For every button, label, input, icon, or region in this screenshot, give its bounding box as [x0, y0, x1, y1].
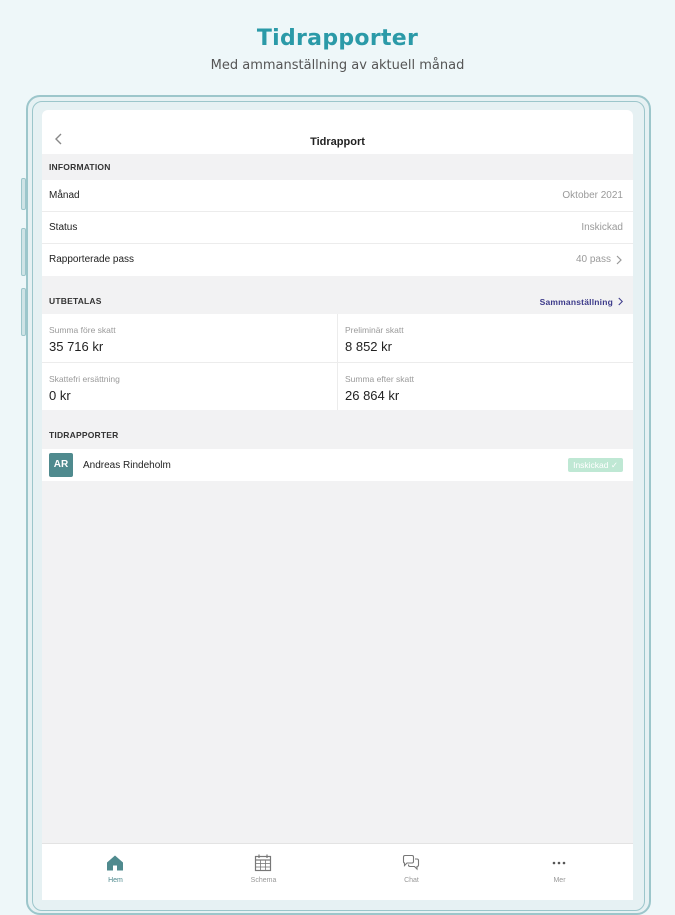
payout-cell-gross: Summa före skatt 35 716 kr: [42, 314, 337, 362]
navigation-bar: Tidrapport: [42, 110, 633, 154]
tab-chat[interactable]: Chat: [338, 844, 485, 900]
more-icon: [552, 861, 566, 865]
tab-more[interactable]: Mer: [486, 844, 633, 900]
cell-label: Preliminär skatt: [345, 325, 404, 335]
tab-label: Mer: [553, 877, 566, 884]
info-row-status: Status Inskickad: [42, 212, 633, 244]
report-name: Andreas Rindeholm: [83, 460, 171, 471]
cell-value: 0 kr: [49, 388, 71, 403]
row-value: Oktober 2021: [562, 190, 623, 201]
promo-title: Tidrapporter: [256, 26, 419, 51]
tab-label: Schema: [250, 877, 277, 884]
cell-label: Summa efter skatt: [345, 374, 414, 384]
row-value: 40 pass: [575, 254, 611, 265]
summary-link[interactable]: Sammanställning: [540, 297, 613, 307]
page-title: Tidrapport: [310, 136, 365, 148]
info-row-month: Månad Oktober 2021: [42, 180, 633, 212]
section-header-information: INFORMATION: [49, 162, 111, 172]
payout-cell-taxfree: Skattefri ersättning 0 kr: [42, 363, 337, 411]
payout-cell-net: Summa efter skatt 26 864 kr: [338, 363, 633, 411]
row-label: Rapporterade pass: [49, 254, 135, 265]
home-icon: [107, 855, 123, 871]
cell-label: Summa före skatt: [49, 325, 116, 335]
tab-label: Chat: [404, 877, 419, 884]
list-item[interactable]: AR Andreas Rindeholm Inskickad ✓: [42, 449, 633, 481]
cell-value: 35 716 kr: [49, 339, 104, 354]
section-header-reports: TIDRAPPORTER: [49, 430, 119, 440]
tab-label: Hem: [108, 877, 123, 884]
tab-bar: Hem Schema Chat Mer: [42, 843, 633, 900]
tab-home[interactable]: Hem: [42, 844, 189, 900]
row-label: Månad: [49, 190, 80, 201]
avatar: AR: [49, 453, 73, 477]
calendar-icon: [254, 854, 272, 872]
tab-schedule[interactable]: Schema: [190, 844, 337, 900]
payout-cell-prelim-tax: Preliminär skatt 8 852 kr: [338, 314, 633, 362]
info-row-reported-shifts[interactable]: Rapporterade pass 40 pass: [42, 244, 633, 276]
cell-label: Skattefri ersättning: [49, 374, 120, 384]
row-value: Inskickad: [581, 222, 623, 233]
section-header-payout: UTBETALAS Sammanställning: [42, 288, 633, 314]
payout-grid: Summa före skatt 35 716 kr Preliminär sk…: [42, 314, 633, 410]
status-badge: Inskickad ✓: [568, 458, 623, 472]
cell-value: 26 864 kr: [345, 388, 400, 403]
app-screen: Tidrapport INFORMATION Månad Oktober 202…: [42, 110, 633, 900]
row-label: Status: [49, 222, 78, 233]
chat-icon: [402, 854, 420, 871]
divider: [337, 314, 338, 410]
chevron-right-icon: [618, 297, 623, 306]
section-title: UTBETALAS: [49, 296, 102, 306]
cell-value: 8 852 kr: [345, 339, 392, 354]
promo-subtitle: Med ammanställning av aktuell månad: [210, 58, 465, 73]
chevron-right-icon: [616, 255, 622, 265]
